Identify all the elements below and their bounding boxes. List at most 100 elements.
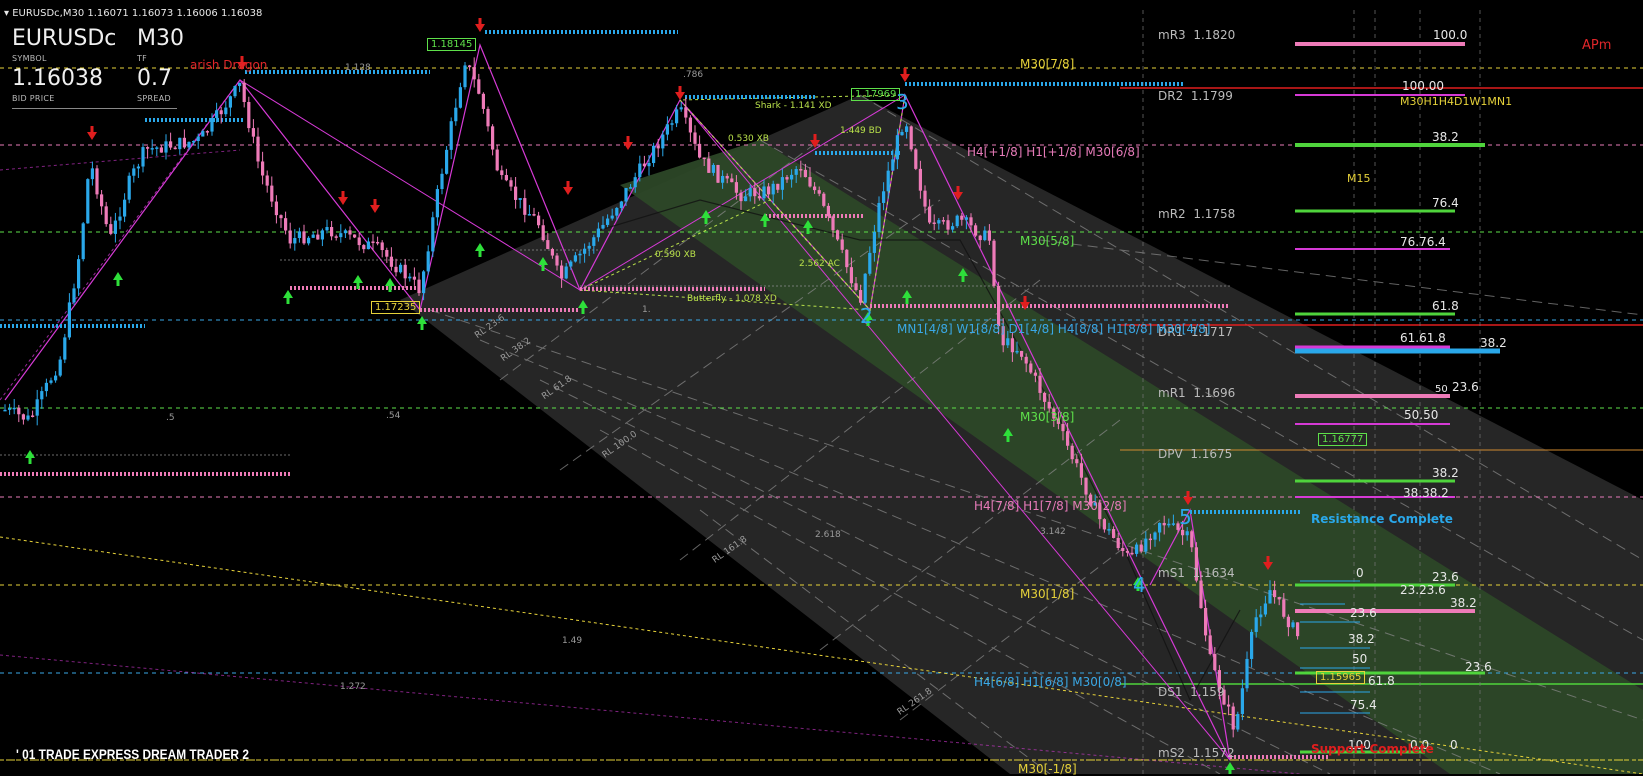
candle-body	[564, 266, 568, 279]
murrey-m78: M30[7/8]	[1020, 57, 1075, 71]
candle-body	[813, 186, 817, 191]
timeframe-caption: TF	[137, 54, 148, 63]
candle-body	[826, 205, 830, 217]
fib-value: 0	[1356, 566, 1364, 580]
candle-body	[3, 409, 7, 412]
candle-body	[1125, 551, 1129, 553]
chevron-down-icon[interactable]: ▾	[4, 8, 9, 19]
candle-body	[504, 175, 508, 181]
candle-body	[159, 147, 163, 153]
fib-value: 76.4	[1432, 196, 1459, 210]
candle-body	[1250, 631, 1254, 659]
candle-body	[1029, 363, 1033, 373]
fib-value: 38.38.2	[1403, 486, 1449, 500]
harmonic-1449: 1.449 BD	[840, 126, 882, 136]
fib-value: 38.2	[1432, 466, 1459, 480]
candle-body	[1231, 706, 1235, 730]
candle-body	[270, 185, 274, 202]
candle-body	[872, 232, 876, 253]
candle-body	[426, 251, 430, 272]
pivot-mr2: mR2 1.1758	[1158, 207, 1236, 221]
candle-body	[431, 217, 435, 252]
candle-body	[1020, 350, 1024, 357]
candle-body	[12, 407, 16, 410]
candle-body	[403, 264, 407, 279]
fib-value: 100.00	[1402, 79, 1444, 93]
candle-body	[247, 102, 251, 129]
candle-body	[307, 237, 311, 244]
candle-body	[284, 218, 288, 231]
candle-body	[169, 141, 173, 148]
candle-body	[868, 252, 872, 274]
candle-body	[399, 264, 403, 273]
candle-body	[509, 180, 513, 187]
murrey-m18: M30[1/8]	[1020, 587, 1075, 601]
candle-body	[1153, 532, 1157, 540]
candle-body	[215, 110, 219, 119]
candle-body	[1268, 590, 1272, 604]
candle-body	[458, 87, 462, 108]
candle-body	[274, 201, 278, 216]
fib-value: 38.2	[1432, 130, 1459, 144]
candle-body	[1066, 431, 1070, 446]
wave-3: 3	[896, 90, 909, 114]
candle-body	[182, 137, 186, 148]
candle-body	[343, 230, 347, 234]
candle-body	[1199, 580, 1203, 609]
candle-body	[928, 206, 932, 223]
candle-body	[744, 196, 748, 202]
candle-body	[408, 276, 412, 279]
candle-body	[123, 199, 127, 217]
harmonic-butterfly: Butterfly - 1.078 XD	[687, 294, 777, 304]
candle-body	[941, 220, 945, 222]
candle-body	[923, 190, 927, 207]
candle-body	[541, 225, 545, 241]
candle-body	[665, 124, 669, 135]
candle-body	[1171, 523, 1175, 525]
candle-body	[1148, 538, 1152, 541]
candle-body	[698, 143, 702, 158]
candle-body	[794, 169, 798, 175]
candle-body	[1245, 658, 1249, 689]
candle-body	[675, 109, 679, 124]
murrey-m38: M30[3/8]	[1020, 410, 1075, 424]
candle-body	[629, 187, 633, 189]
candle-body	[1033, 372, 1037, 376]
candle-body	[550, 248, 554, 256]
candle-body	[334, 236, 338, 238]
candle-body	[192, 141, 196, 143]
candle-body	[1254, 617, 1258, 632]
candle-body	[449, 121, 453, 150]
candle-body	[518, 198, 522, 200]
candle-body	[983, 230, 987, 241]
harmonic-0590: 0.590 XB	[655, 250, 696, 260]
candle-body	[803, 169, 807, 178]
candle-body	[440, 173, 444, 190]
sell-arrow-icon	[623, 136, 633, 150]
candle-body	[537, 215, 541, 226]
symbol-caption: SYMBOL	[12, 54, 47, 63]
candle-body	[422, 271, 426, 294]
candle-body	[679, 107, 683, 110]
candle-body	[468, 65, 472, 68]
sell-arrow-icon	[675, 86, 685, 100]
price-chart[interactable]	[0, 0, 1643, 774]
candle-body	[721, 175, 725, 183]
candle-body	[822, 193, 826, 206]
buy-arrow-icon	[25, 450, 35, 464]
candle-body	[256, 136, 260, 162]
candle-body	[615, 207, 619, 216]
pivot-dpv: DPV 1.1675	[1158, 447, 1233, 461]
candle-body	[1263, 603, 1267, 615]
candle-body	[150, 148, 154, 150]
candle-body	[1167, 523, 1171, 526]
candle-body	[757, 196, 761, 199]
candle-body	[1296, 622, 1300, 637]
candle-body	[210, 118, 214, 132]
sell-arrow-icon	[87, 126, 97, 140]
candle-body	[339, 233, 343, 238]
candle-body	[417, 279, 421, 294]
candle-body	[132, 168, 136, 176]
candle-body	[463, 65, 467, 88]
candle-body	[1024, 356, 1028, 364]
